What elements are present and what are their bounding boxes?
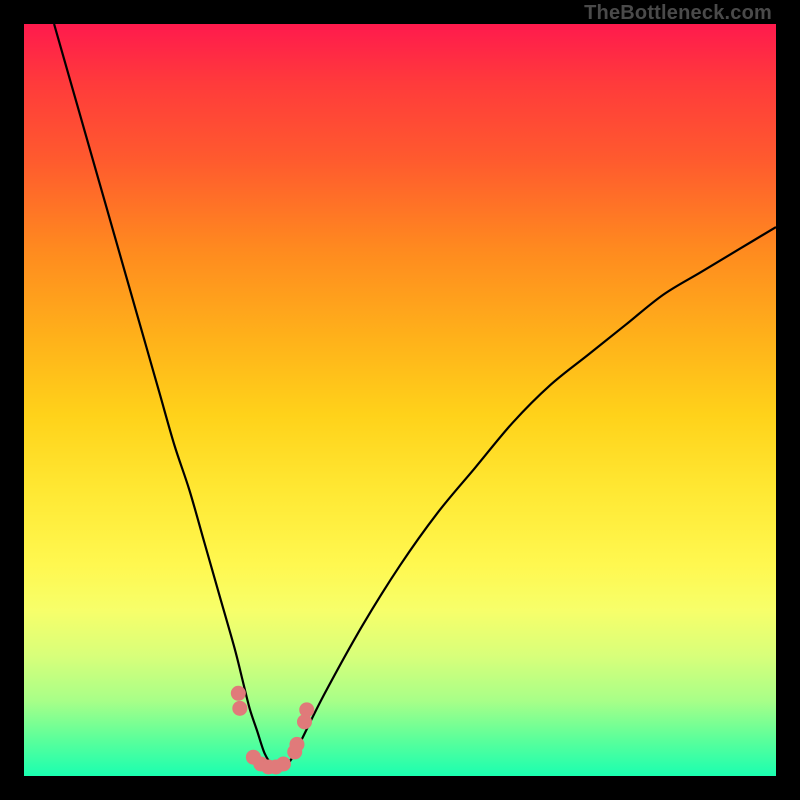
- marker-dot: [299, 702, 314, 717]
- marker-dot: [232, 701, 247, 716]
- marker-dot: [276, 756, 291, 771]
- plot-area: [24, 24, 776, 776]
- curve-layer: [24, 24, 776, 776]
- bottleneck-curve: [54, 24, 776, 768]
- chart-frame: TheBottleneck.com: [0, 0, 800, 800]
- marker-dot: [289, 737, 304, 752]
- watermark-text: TheBottleneck.com: [584, 2, 772, 25]
- valley-markers: [231, 686, 314, 775]
- marker-dot: [231, 686, 246, 701]
